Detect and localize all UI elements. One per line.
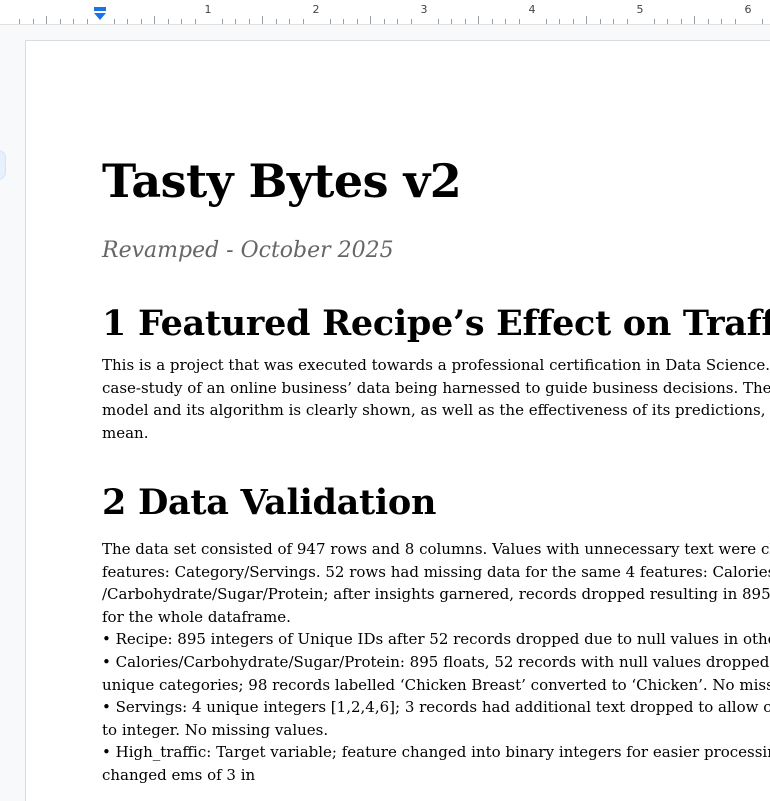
document-subtitle: Revamped - October 2025: [102, 238, 394, 263]
ruler-tick: [167, 19, 169, 24]
body-line: for the whole dataframe.: [102, 607, 291, 626]
ruler-tick: [613, 19, 614, 24]
outline-toggle-handle[interactable]: [0, 150, 6, 180]
ruler-tick: [383, 19, 385, 24]
ruler-tick: [343, 19, 344, 24]
body-line: mean.: [102, 423, 149, 442]
ruler-tick: [707, 19, 709, 24]
ruler-tick: [289, 19, 290, 24]
body-line: • Calories/Carbohydrate/Sugar/Protein: 8…: [102, 652, 770, 671]
first-line-indent-marker[interactable]: [93, 7, 107, 21]
body-line: /Carbohydrate/Sugar/Protein; after insig…: [102, 585, 770, 604]
ruler-tick: [329, 19, 331, 24]
ruler-tick: [437, 19, 439, 24]
ruler-tick: [140, 19, 142, 24]
ruler-tick: [32, 19, 34, 24]
ruler-tick: [694, 16, 695, 24]
ruler-tick: [46, 16, 47, 24]
ruler-tick: [73, 19, 74, 24]
ruler-tick: [235, 19, 236, 24]
ruler-tick: [275, 19, 277, 24]
body-line: • Recipe: 895 integers of Unique IDs aft…: [102, 630, 770, 649]
ruler-tick: [113, 19, 115, 24]
ruler-tick: [464, 19, 466, 24]
ruler-tick: [127, 19, 128, 24]
body-line: case-study of an online business’ data b…: [102, 378, 770, 397]
ruler-tick: [451, 19, 452, 24]
ruler-tick: [154, 16, 155, 24]
ruler-number-4: 4: [528, 3, 536, 16]
ruler-tick: [410, 19, 412, 24]
ruler-tick: [586, 16, 587, 24]
ruler-number-5: 5: [636, 3, 644, 16]
ruler-tick: [397, 19, 398, 24]
ruler-tick: [559, 19, 560, 24]
body-line: changed ems of 3 in: [102, 765, 256, 784]
section-heading-data-validation: 2 Data Validation: [102, 482, 437, 523]
body-line: The data set consisted of 947 rows and 8…: [102, 540, 770, 558]
body-line: to integer. No missing values.: [102, 720, 329, 739]
ruler-tick: [59, 19, 61, 24]
section-body-featured-recipe: This is a project that was executed towa…: [102, 354, 770, 444]
ruler-tick: [19, 19, 20, 24]
section-body-data-validation: The data set consisted of 947 rows and 8…: [102, 538, 770, 787]
ruler-tick: [478, 16, 479, 24]
ruler-number-1: 1: [204, 3, 212, 16]
ruler-tick: [194, 19, 196, 24]
body-line: This is a project that was executed towa…: [102, 356, 770, 374]
ruler-tick: [262, 16, 263, 24]
body-line: unique categories; 98 records labelled ‘…: [102, 675, 770, 694]
ruler-number-6: 6: [744, 3, 752, 16]
ruler-tick: [721, 19, 722, 24]
ruler-number-3: 3: [420, 3, 428, 16]
ruler-tick: [181, 19, 182, 24]
ruler-tick: [626, 19, 628, 24]
ruler-tick: [491, 19, 493, 24]
ruler-tick: [653, 19, 655, 24]
body-line: • High_traffic: Target variable; feature…: [102, 743, 770, 762]
ruler-tick: [221, 19, 223, 24]
ruler-tick: [680, 19, 682, 24]
body-line: model and its algorithm is clearly shown…: [102, 401, 770, 420]
section-heading-featured-recipe: 1 Featured Recipe’s Effect on Traffic: [102, 303, 770, 344]
ruler-tick: [505, 19, 506, 24]
ruler-tick: [761, 19, 763, 24]
ruler-tick: [356, 19, 358, 24]
ruler-tick: [302, 19, 304, 24]
ruler-tick: [370, 16, 371, 24]
ruler-tick: [545, 19, 547, 24]
body-line: • Servings: 4 unique integers [1,2,4,6];…: [102, 698, 770, 717]
ruler-tick: [572, 19, 574, 24]
ruler-tick: [667, 19, 668, 24]
ruler-tick: [599, 19, 601, 24]
document-title: Tasty Bytes v2: [102, 154, 462, 208]
ruler-number-2: 2: [312, 3, 320, 16]
ruler-tick: [734, 19, 736, 24]
horizontal-ruler[interactable]: 1 2 3 4 5 6: [0, 0, 770, 25]
body-line: features: Category/Servings. 52 rows had…: [102, 562, 770, 581]
ruler-tick: [518, 19, 520, 24]
ruler-tick: [248, 19, 250, 24]
ruler-tick: [86, 19, 88, 24]
document-page[interactable]: Tasty Bytes v2 Revamped - October 2025 1…: [25, 40, 770, 801]
